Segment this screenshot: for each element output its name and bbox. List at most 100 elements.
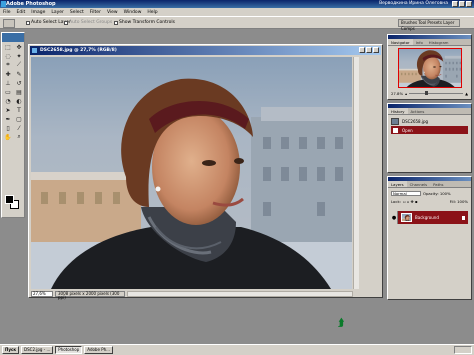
tab-paths[interactable]: Paths: [430, 181, 446, 187]
dodge-tool-icon[interactable]: ◐: [14, 97, 24, 105]
vertical-scrollbar[interactable]: [353, 57, 359, 289]
tab-info[interactable]: Info: [413, 39, 426, 45]
history-step[interactable]: Open: [391, 126, 468, 134]
menu-bar: File Edit Image Layer Select Filter View…: [0, 8, 474, 16]
lock-icons[interactable]: ▫ ▫ ✥ ▪: [403, 199, 418, 204]
toolbox-header[interactable]: [2, 33, 24, 42]
document-window: DSC2658.jpg @ 27,7% (RGB/8) 27,6% 3008 p…: [28, 44, 383, 299]
open-step-icon: [393, 127, 398, 133]
type-tool-icon[interactable]: T: [14, 106, 24, 114]
start-button[interactable]: Пуск: [2, 346, 20, 354]
toolbox: ⬚ ✥ ◌ ✦ ⌗ ⟋ ✚ ✎ ⊥ ↺ ▭ ▤ ◔ ◐ ➤ T ✒ ▢ ▯ ⁄ …: [1, 32, 25, 218]
menu-select[interactable]: Select: [70, 10, 84, 15]
menu-layer[interactable]: Layer: [51, 10, 64, 15]
tab-navigator[interactable]: Navigator: [388, 39, 413, 45]
layer-name: Background: [415, 215, 439, 220]
taskbar-item-3[interactable]: Adobe Ph...: [84, 346, 113, 354]
layer-thumbnail: [401, 213, 412, 222]
healing-brush-tool-icon[interactable]: ✚: [3, 70, 13, 78]
options-bar: Auto Select Layer Auto Select Groups Sho…: [0, 16, 474, 31]
history-brush-tool-icon[interactable]: ↺: [14, 79, 24, 87]
tab-actions[interactable]: Actions: [408, 108, 428, 114]
horizontal-scrollbar[interactable]: [127, 290, 353, 297]
lasso-tool-icon[interactable]: ◌: [3, 52, 13, 60]
image-canvas[interactable]: [31, 57, 352, 289]
gradient-tool-icon[interactable]: ▤: [14, 88, 24, 96]
taskbar: Пуск DSC2.jpg - ... Photoshop Adobe Ph..…: [0, 344, 474, 355]
notes-tool-icon[interactable]: ▯: [3, 124, 13, 132]
tool-preset-picker[interactable]: [3, 19, 15, 28]
clone-stamp-tool-icon[interactable]: ⊥: [3, 79, 13, 87]
auto-select-groups-label: Auto Select Groups: [69, 20, 113, 25]
zoom-out-icon[interactable]: ▴: [405, 91, 407, 96]
doc-close-button[interactable]: [373, 47, 379, 53]
crop-tool-icon[interactable]: ⌗: [3, 61, 13, 69]
brush-tool-icon[interactable]: ✎: [14, 70, 24, 78]
blur-tool-icon[interactable]: ◔: [3, 97, 13, 105]
auto-select-layer-checkbox[interactable]: [26, 20, 30, 25]
title-bar: Adobe Photoshop Верводкина Ирина Олеговн…: [0, 0, 474, 8]
navigator-zoom-value[interactable]: 27.8%: [391, 91, 403, 96]
history-panel: History Actions DSC2658.jpg Open: [387, 103, 472, 173]
layer-visibility-eye-icon[interactable]: ●: [391, 211, 398, 224]
eraser-tool-icon[interactable]: ▭: [3, 88, 13, 96]
eyedropper-tool-icon[interactable]: ⁄: [14, 124, 24, 132]
menu-filter[interactable]: Filter: [90, 10, 101, 15]
taskbar-item-2[interactable]: Photoshop: [55, 346, 83, 354]
snapshot-thumbnail: [391, 117, 399, 125]
taskbar-item-1[interactable]: DSC2.jpg - ...: [21, 346, 54, 354]
menu-edit[interactable]: Edit: [17, 10, 26, 15]
auto-select-groups-option[interactable]: Auto Select Groups: [64, 20, 112, 25]
pen-tool-icon[interactable]: ✒: [3, 115, 13, 123]
show-transform-controls-checkbox[interactable]: [114, 20, 118, 25]
snapshot-label: DSC2658.jpg: [402, 118, 429, 124]
show-transform-controls-label: Show Transform Controls: [119, 20, 175, 25]
move-tool-icon[interactable]: ✥: [14, 43, 24, 51]
navigator-zoom-slider[interactable]: [408, 91, 464, 95]
user-name: Верводкина Ирина Олеговна: [379, 1, 448, 6]
magic-wand-tool-icon[interactable]: ✦: [14, 52, 24, 60]
minimize-button[interactable]: [452, 1, 458, 7]
history-snapshot[interactable]: DSC2658.jpg: [391, 117, 468, 125]
auto-select-groups-checkbox[interactable]: [64, 20, 68, 25]
blend-mode-select[interactable]: Normal: [391, 191, 421, 196]
navigator-zoom-control: 27.8% ▴ ▲: [391, 91, 468, 96]
app-title: Adobe Photoshop: [6, 1, 56, 7]
menu-file[interactable]: File: [3, 10, 11, 15]
document-icon: [32, 48, 37, 53]
menu-help[interactable]: Help: [147, 10, 157, 15]
tab-layers[interactable]: Layers: [388, 181, 407, 187]
doc-minimize-button[interactable]: [359, 47, 365, 53]
show-transform-controls-option[interactable]: Show Transform Controls: [114, 20, 175, 25]
fill-control[interactable]: Fill: 100%: [450, 199, 468, 204]
slice-tool-icon[interactable]: ⟋: [14, 61, 24, 69]
document-status-bar: 27,6% 3008 pixels x 2000 pixels (300 ppi…: [31, 290, 353, 299]
menu-image[interactable]: Image: [31, 10, 45, 15]
navigator-preview: [399, 49, 462, 88]
menu-window[interactable]: Window: [124, 10, 142, 15]
doc-maximize-button[interactable]: [366, 47, 372, 53]
document-info[interactable]: 3008 pixels x 2000 pixels (300 ppi): [55, 290, 125, 299]
system-tray: [454, 346, 472, 354]
maximize-button[interactable]: [459, 1, 465, 7]
shape-tool-icon[interactable]: ▢: [14, 115, 24, 123]
layer-background[interactable]: ● Background: [391, 211, 468, 224]
opacity-control[interactable]: Opacity: 100%: [423, 191, 451, 196]
marquee-tool-icon[interactable]: ⬚: [3, 43, 13, 51]
palette-well[interactable]: Brushes Tool Presets Layer Comps: [398, 19, 460, 31]
menu-view[interactable]: View: [107, 10, 118, 15]
lock-label: Lock:: [391, 199, 401, 204]
zoom-tool-icon[interactable]: ⌕: [14, 133, 24, 141]
zoom-slider-knob[interactable]: [425, 91, 429, 95]
hand-tool-icon[interactable]: ✋: [3, 133, 13, 141]
tab-histogram[interactable]: Histogram: [426, 39, 452, 45]
tab-history[interactable]: History: [388, 108, 408, 114]
navigator-thumbnail[interactable]: [398, 48, 462, 88]
tab-channels[interactable]: Channels: [407, 181, 431, 187]
path-selection-tool-icon[interactable]: ➤: [3, 106, 13, 114]
close-button[interactable]: [466, 1, 472, 7]
document-title-bar[interactable]: DSC2658.jpg @ 27,7% (RGB/8): [30, 46, 381, 55]
zoom-in-icon[interactable]: ▲: [465, 91, 468, 96]
zoom-level-field[interactable]: 27,6%: [31, 290, 53, 297]
foreground-color-swatch[interactable]: [5, 195, 14, 204]
